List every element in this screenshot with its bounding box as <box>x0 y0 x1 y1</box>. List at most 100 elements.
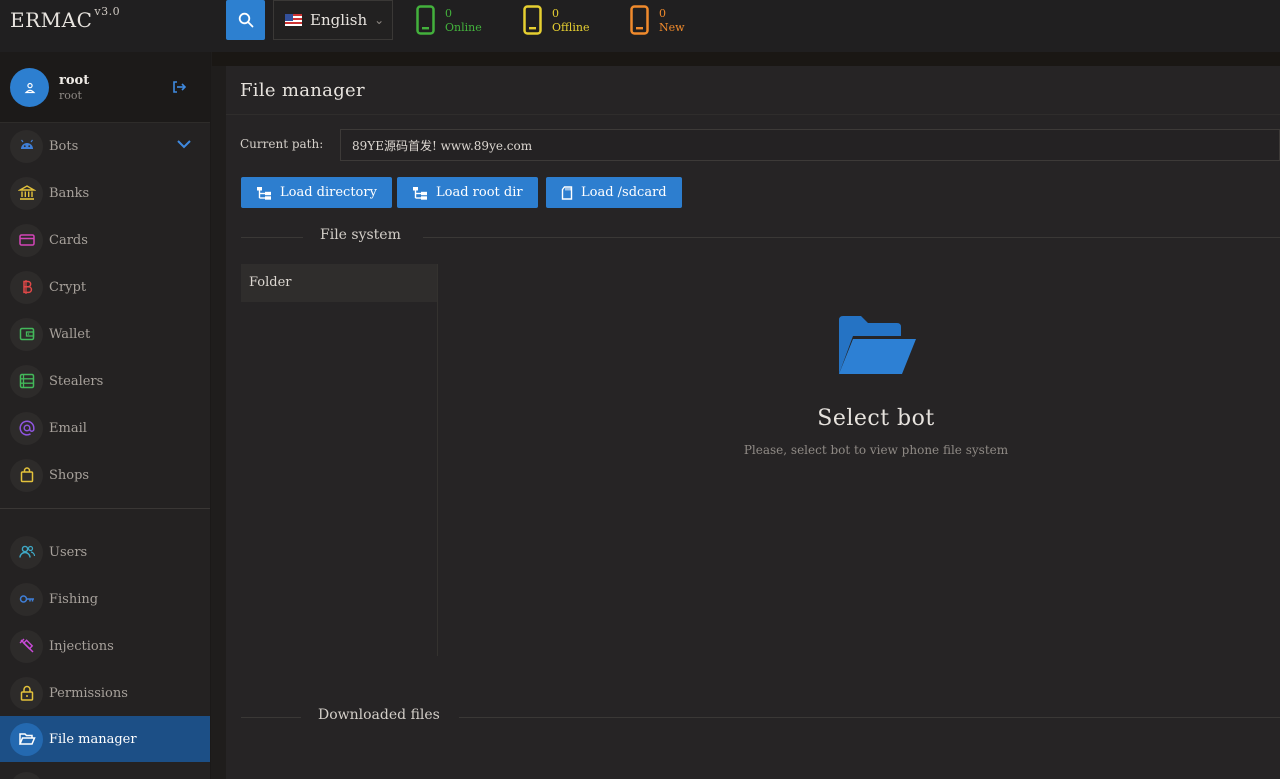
app-logo[interactable]: ERMAC v3.0 <box>10 5 121 32</box>
language-select[interactable]: English ⌄ <box>273 0 393 40</box>
sidebar-item-label: Shops <box>49 467 90 483</box>
user-icon <box>24 82 35 93</box>
sitemap-icon <box>413 186 427 200</box>
user-panel: root root <box>0 52 210 123</box>
us-flag-icon <box>285 14 302 26</box>
sidebar-item-label: Bots <box>49 138 79 154</box>
empty-state: Select bot Please, select bot to view ph… <box>676 312 1076 457</box>
section-rule <box>241 717 301 718</box>
sidebar-item-bots[interactable]: Bots <box>0 123 210 169</box>
phone-icon <box>630 5 649 35</box>
list-icon <box>10 364 43 398</box>
shopping-bag-icon <box>10 458 43 492</box>
sidebar-item-email[interactable]: Email <box>0 405 210 451</box>
sidebar-item-shops[interactable]: Shops <box>0 452 210 498</box>
wallet-icon <box>10 317 43 351</box>
section-rule <box>459 717 1280 718</box>
language-label: English <box>310 11 368 29</box>
section-rule <box>241 237 303 238</box>
sidebar-item-label: Email <box>49 420 87 436</box>
online-number: 0 <box>445 7 452 20</box>
sidebar-item-label: Stealers <box>49 373 104 389</box>
sidebar-item-label: Users <box>49 544 88 560</box>
sidebar-item-label: Injections <box>49 638 114 654</box>
circle-icon <box>10 772 43 779</box>
title-divider <box>226 114 1280 115</box>
sidebar-item-file-manager[interactable]: File manager <box>0 716 210 762</box>
sidebar-item-label: Permissions <box>49 685 128 701</box>
android-icon <box>10 129 43 163</box>
load-directory-label: Load directory <box>280 185 377 200</box>
sidebar-item-label: Banks <box>49 185 90 201</box>
sidebar-divider <box>0 508 210 509</box>
top-bar: ERMAC v3.0 English ⌄ 0 Online 0 Offline 0 Ne… <box>0 0 1280 52</box>
empty-state-text: Please, select bot to view phone file sy… <box>743 443 1009 457</box>
offline-number: 0 <box>552 7 559 20</box>
load-directory-button[interactable]: Load directory <box>241 177 392 208</box>
folder-open-icon <box>839 316 916 374</box>
downloaded-files-section-header: Downloaded files <box>241 707 1280 727</box>
sidebar-item-permissions[interactable]: Permissions <box>0 670 210 716</box>
section-rule <box>423 237 1280 238</box>
folder-tree: Folder <box>241 264 438 656</box>
phone-icon <box>523 5 542 35</box>
app-version: v3.0 <box>94 5 121 19</box>
sidebar-item-stealers[interactable]: Stealers <box>0 358 210 404</box>
sidebar-item-wallet[interactable]: Wallet <box>0 311 210 357</box>
current-path-label: Current path: <box>240 137 324 151</box>
sidebar-item-label: Crypt <box>49 279 87 295</box>
main-panel: File manager Current path: Load director… <box>226 66 1280 779</box>
sidebar-item-users[interactable]: Users <box>0 529 210 575</box>
offline-label: Offline <box>552 21 590 34</box>
chevron-down-icon[interactable] <box>177 139 191 149</box>
online-count[interactable]: 0 Online <box>416 5 482 37</box>
sitemap-icon <box>257 186 271 200</box>
logout-icon[interactable] <box>171 79 187 95</box>
page-title: File manager <box>240 80 365 101</box>
sd-card-icon <box>561 185 573 200</box>
user-name: root <box>59 73 90 88</box>
search-button[interactable] <box>226 0 265 40</box>
file-system-title: File system <box>320 227 401 243</box>
sidebar-item-injections[interactable]: Injections <box>0 623 210 669</box>
user-role: root <box>59 89 82 102</box>
sidebar-item-label: Fishing <box>49 591 99 607</box>
folder-open-icon <box>10 722 43 756</box>
sidebar-item-label: Cards <box>49 232 88 248</box>
load-sdcard-button[interactable]: Load /sdcard <box>546 177 682 208</box>
load-root-dir-button[interactable]: Load root dir <box>397 177 538 208</box>
sidebar-item-crypt[interactable]: Crypt <box>0 264 210 310</box>
empty-state-title: Select bot <box>817 406 935 431</box>
file-system-section-header: File system <box>241 227 1280 247</box>
bank-icon <box>10 176 43 210</box>
sidebar-item-label: Wallet <box>49 326 91 342</box>
search-icon <box>238 12 253 28</box>
sidebar-item-banks[interactable]: Banks <box>0 170 210 216</box>
load-root-dir-label: Load root dir <box>436 185 523 200</box>
syringe-icon <box>10 629 43 663</box>
new-number: 0 <box>659 7 666 20</box>
sidebar-item-fishing[interactable]: Fishing <box>0 576 210 622</box>
sidebar: root root Bots Banks Cards Crypt Wallet … <box>0 52 211 779</box>
new-label: New <box>659 21 685 34</box>
load-sdcard-label: Load /sdcard <box>581 185 667 200</box>
new-count[interactable]: 0 New <box>630 5 685 37</box>
sidebar-item-next[interactable] <box>0 763 210 779</box>
phone-icon <box>416 5 435 35</box>
current-path-input[interactable] <box>340 129 1280 161</box>
lock-icon <box>10 676 43 710</box>
folder-column-header: Folder <box>241 264 437 302</box>
sidebar-item-label: File manager <box>49 731 137 747</box>
key-icon <box>10 582 43 616</box>
offline-count[interactable]: 0 Offline <box>523 5 589 37</box>
chevron-down-icon: ⌄ <box>374 13 385 27</box>
at-sign-icon <box>10 411 43 445</box>
sidebar-item-cards[interactable]: Cards <box>0 217 210 263</box>
online-label: Online <box>445 21 482 34</box>
downloaded-files-title: Downloaded files <box>318 707 440 723</box>
header-strip <box>212 52 1280 66</box>
bitcoin-icon <box>10 270 43 304</box>
avatar[interactable] <box>10 68 49 107</box>
credit-card-icon <box>10 223 43 257</box>
users-icon <box>10 535 43 569</box>
